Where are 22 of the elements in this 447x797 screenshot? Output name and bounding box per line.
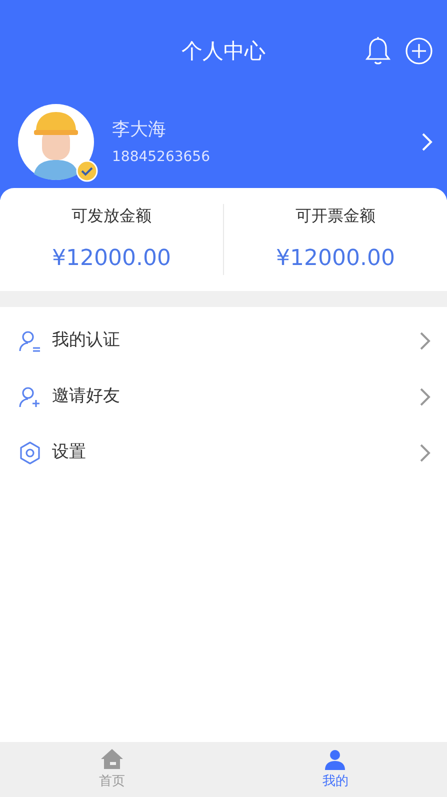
balance-label: 可开票金额 — [296, 205, 376, 227]
balance-amount: ¥12000.00 — [52, 245, 171, 273]
bell-icon[interactable] — [365, 36, 391, 66]
balance-amount: ¥12000.00 — [276, 245, 395, 273]
chevron-icon — [419, 387, 431, 407]
user-icon — [18, 329, 42, 353]
chevron-icon — [419, 331, 431, 351]
chevron-icon — [421, 132, 433, 152]
menu-item[interactable]: 邀请好友 — [0, 369, 447, 425]
settings-icon — [18, 441, 42, 465]
add-user-icon — [18, 385, 42, 409]
page-title: 个人中心 — [182, 38, 266, 66]
menu-item[interactable]: 我的认证 — [0, 313, 447, 369]
home-icon — [100, 748, 124, 770]
menu-item[interactable]: 设置 — [0, 425, 447, 481]
phone-number: 18845263656 — [112, 148, 211, 167]
user-name: 李大海 — [112, 118, 167, 142]
chevron-icon — [419, 443, 431, 463]
add-icon[interactable] — [405, 37, 433, 65]
user-icon — [323, 748, 348, 770]
tab[interactable]: 我的 — [224, 742, 447, 797]
balance-label: 可发放金额 — [72, 205, 152, 227]
